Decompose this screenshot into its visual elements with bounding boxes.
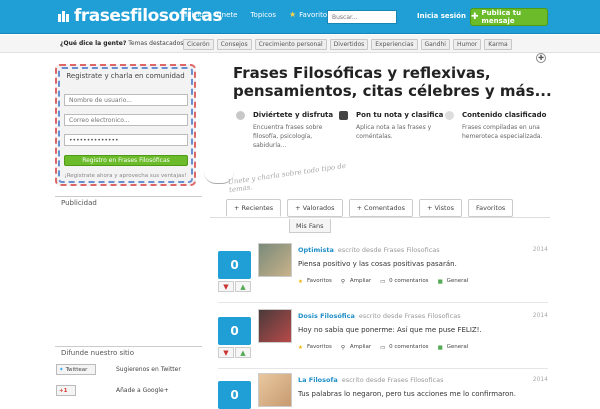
google-plus-badge[interactable]: +1: [56, 385, 76, 396]
register-box: Registrate y charla en comunidad Registr…: [55, 64, 196, 186]
tag-experiencias[interactable]: Experiencias: [371, 39, 418, 50]
post-item: 0 La Filosofa escrito desde Frases Filoso…: [218, 373, 548, 409]
tag-crecimiento[interactable]: Crecimiento personal: [254, 39, 327, 50]
tag-divertidos[interactable]: Divertidos: [329, 39, 369, 50]
twitter-badge[interactable]: ✦ Twittear: [56, 364, 96, 375]
comments-action[interactable]: ▭ 0 comentarios: [380, 344, 428, 352]
expand-action[interactable]: ⚲ Ampliar: [341, 344, 371, 352]
page-headline: Frases Filosóficas y reflexivas, pensami…: [233, 64, 552, 100]
publicidad-heading: Publicidad: [55, 196, 202, 207]
password-field[interactable]: [64, 134, 188, 146]
post-author[interactable]: La Filosofa escrito desde Frases Filosofi…: [298, 376, 443, 384]
comment-icon: ▭: [380, 279, 386, 285]
main-nav: Inicio Unete Topicos ★ Favoritos: [185, 10, 344, 19]
post-year: 2014: [532, 312, 548, 319]
tag-ciceron[interactable]: Cicerón: [183, 39, 214, 50]
post-image[interactable]: [258, 373, 292, 407]
post-actions: ★ Favoritos ⚲ Ampliar ▭ 0 comentarios ■ Gene…: [298, 278, 468, 286]
tag-humor[interactable]: Humor: [452, 39, 482, 50]
settings-icon[interactable]: ✚: [536, 53, 546, 63]
post-tabs: + Recientes + Valorados + Comentados + V…: [226, 199, 514, 217]
thumbs-down-icon[interactable]: ▼: [218, 347, 234, 358]
tag-bar: ¿Qué dice la gente? Temas destacados Cic…: [0, 35, 600, 53]
post-text: Piensa positivo y las cosas positivas pa…: [298, 260, 457, 268]
publish-button[interactable]: ✚ Publica tu mensaje: [470, 8, 548, 26]
nav-topicos[interactable]: Topicos: [250, 10, 276, 19]
comment-icon: ▭: [380, 345, 386, 351]
feature-fun: Diviértete y disfruta Encuentra frases s…: [236, 111, 346, 150]
post-image[interactable]: [258, 243, 292, 277]
post-year: 2014: [532, 246, 548, 253]
tag-consejos[interactable]: Consejos: [216, 39, 252, 50]
post-image[interactable]: [258, 309, 292, 343]
email-field[interactable]: [64, 114, 188, 126]
plus-icon: ✚: [471, 12, 479, 22]
tag-karma[interactable]: Karma: [484, 39, 512, 50]
search-icon: ⚲: [340, 345, 345, 351]
register-title: Registrate y charla en comunidad: [66, 72, 185, 80]
star-icon: ★: [289, 10, 297, 19]
tab-favoritos[interactable]: Favoritos: [467, 199, 514, 217]
tab-divider: [210, 217, 550, 218]
twitter-icon: ✦: [59, 366, 64, 373]
thumbs-down-icon[interactable]: ▼: [218, 281, 234, 292]
register-footer: ¡Registrate ahora y aprovecha sus ventaj…: [64, 173, 187, 179]
twitter-share[interactable]: ✦ Twittear Sugierenos en Twitter: [56, 363, 202, 376]
tag-gandhi[interactable]: Gandhi: [420, 39, 450, 50]
tab-valorados[interactable]: + Valorados: [287, 199, 343, 217]
post-text: Hoy no sabía que ponerme: Así que me pus…: [298, 326, 482, 334]
google-share[interactable]: +1 Añade a Google+: [56, 384, 202, 397]
tab-mis-fans[interactable]: Mis Fans: [289, 219, 331, 233]
star-icon: ★: [298, 279, 303, 285]
expand-action[interactable]: ⚲ Ampliar: [341, 278, 371, 286]
favorite-action[interactable]: ★ Favoritos: [298, 278, 332, 286]
favorite-action[interactable]: ★ Favoritos: [298, 344, 332, 352]
post-author[interactable]: Dosis Filosófica escrito desde Frases Fil…: [298, 312, 461, 320]
search-icon: ⚲: [340, 279, 345, 285]
login-link[interactable]: Inicia sesión: [417, 12, 466, 20]
post-item: 0 ▼ ▲ Optimista escrito desde Frases Filo…: [218, 243, 548, 303]
feature-rate: Pon tu nota y clasifica Aplica nota a la…: [339, 111, 449, 141]
heart-icon: [445, 111, 454, 120]
post-text: Tus palabras lo negaron, pero tus accion…: [298, 390, 516, 398]
globe-icon: [236, 111, 245, 120]
logo-icon: [58, 10, 72, 22]
thumbs-up-icon[interactable]: ▲: [235, 281, 251, 292]
tab-recientes[interactable]: + Recientes: [226, 199, 282, 217]
join-hint: Unete y charla sobre todo tipo de temas.: [227, 161, 347, 195]
featured-topics-label: ¿Qué dice la gente? Temas destacados: [60, 40, 184, 47]
post-actions: ★ Favoritos ⚲ Ampliar ▭ 0 comentarios ■ Gene…: [298, 344, 468, 352]
tab-vistos[interactable]: + Vistos: [419, 199, 462, 217]
pencil-icon: [339, 111, 348, 120]
search-input[interactable]: [327, 10, 397, 24]
thumbs-up-icon[interactable]: ▲: [235, 347, 251, 358]
comments-action[interactable]: ▭ 0 comentarios: [380, 278, 428, 286]
google-plus-icon: +1: [59, 387, 68, 394]
category-action[interactable]: ■ General: [438, 278, 469, 286]
star-icon: ★: [298, 345, 303, 351]
nav-inicio[interactable]: Inicio: [185, 10, 204, 19]
username-field[interactable]: [64, 94, 188, 106]
top-bar: frasesfilosoficas Inicio Unete Topicos ★…: [0, 0, 600, 34]
score-badge: 0: [218, 317, 251, 345]
post-year: 2014: [532, 376, 548, 383]
score-badge: 0: [218, 251, 251, 279]
tab-comentados[interactable]: + Comentados: [348, 199, 414, 217]
difunde-heading: Difunde nuestro sitio: [55, 346, 202, 357]
folder-icon: ■: [437, 345, 443, 351]
register-button[interactable]: Registro en Frases Filosóficas: [64, 155, 188, 166]
category-action[interactable]: ■ General: [438, 344, 469, 352]
nav-unete[interactable]: Unete: [217, 10, 238, 19]
post-item: 0 ▼ ▲ Dosis Filosófica escrito desde Fras…: [218, 309, 548, 369]
nav-favoritos[interactable]: ★ Favoritos: [289, 10, 331, 19]
score-badge: 0: [218, 381, 251, 409]
tag-list: Cicerón Consejos Crecimiento personal Di…: [183, 39, 512, 50]
folder-icon: ■: [437, 279, 443, 285]
feature-classified: Contenido clasificado Frases compiladas …: [445, 111, 555, 141]
post-author[interactable]: Optimista escrito desde Frases Filosofica…: [298, 246, 440, 254]
